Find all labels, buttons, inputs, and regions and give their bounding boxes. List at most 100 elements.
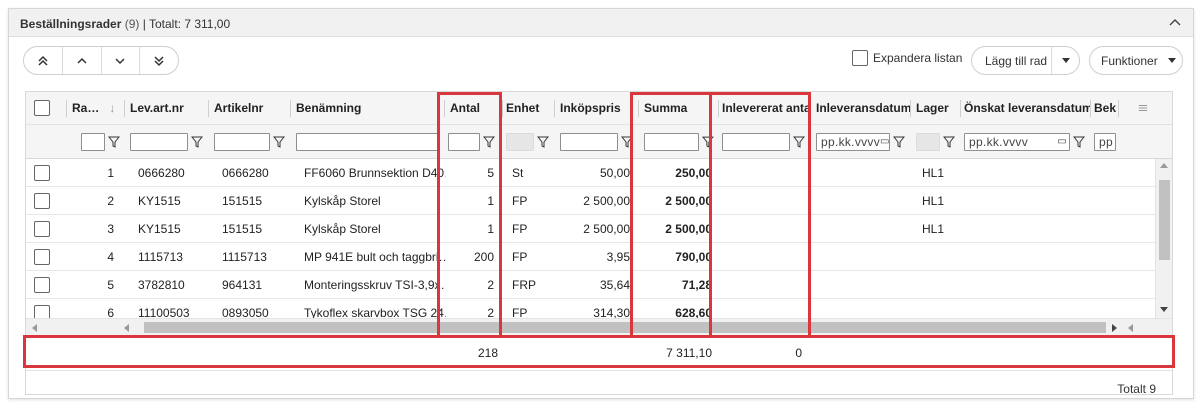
add-row-button[interactable]: Lägg till rad — [972, 54, 1051, 68]
cell-artikel: 964131 — [222, 277, 263, 292]
collapse-icon[interactable] — [1167, 15, 1183, 29]
cell-enhet: FP — [512, 193, 528, 208]
total-count: Totalt 9 — [1117, 382, 1156, 396]
col-header-enhet[interactable]: Enhet — [502, 92, 554, 124]
filter-row-input[interactable] — [81, 132, 105, 151]
cell-enhet: FP — [512, 221, 528, 236]
col-header-onskat[interactable]: Önskat leveransdatum — [960, 92, 1090, 124]
cell-lev-art: KY1515 — [138, 221, 181, 236]
filter-inkopspris-input[interactable] — [560, 132, 618, 151]
cell-inkopspris: 314,30 — [593, 305, 630, 319]
cell-inkopspris: 2 500,00 — [583, 193, 630, 208]
functions-button[interactable]: Funktioner — [1089, 46, 1183, 75]
cell-benamning: FF6060 Brunnsektion D40… — [304, 165, 446, 180]
filter-artikel-input[interactable] — [214, 132, 270, 151]
calendar-icon[interactable]: ▭ — [1057, 136, 1067, 147]
col-header-artikel[interactable]: Artikelnr — [210, 92, 288, 124]
table-row[interactable]: 5 3782810 964131 Monteringsskruv TSI-3,9x… 2… — [26, 271, 1157, 299]
cell-lager — [918, 243, 958, 270]
filter-lev-art-input[interactable] — [130, 132, 188, 151]
panel-total: | Totalt: 7 311,00 — [142, 17, 231, 31]
sort-down-icon: ↓ — [109, 101, 116, 115]
scroll-up-icon[interactable] — [1160, 163, 1168, 168]
select-all-checkbox[interactable] — [34, 100, 50, 116]
row-checkbox[interactable] — [34, 164, 50, 181]
table-row[interactable]: 6 11100503 0893050 Tykoflex skarvbox TSG 24… — [26, 299, 1157, 318]
cell-lager: HL1 — [922, 165, 945, 180]
col-header-inkopspris[interactable]: Inköpspris — [556, 92, 636, 124]
move-down-button[interactable] — [102, 47, 141, 74]
filter-onskat-input[interactable]: pp.kk.vvvv ▭ — [964, 132, 1070, 151]
filter-benamning-input[interactable] — [296, 132, 440, 151]
expand-list-toggle[interactable]: Expandera listan — [852, 50, 962, 66]
scroll-right-icon[interactable] — [1112, 324, 1117, 332]
col-header-row[interactable]: Ra… ↓ — [68, 92, 124, 124]
filter-inlevererat-input[interactable] — [722, 132, 790, 151]
calendar-icon[interactable]: ▭ — [880, 136, 890, 147]
filter-inleveransdatum-input[interactable]: pp.kk.vvvv ▭ — [816, 132, 890, 151]
cell-enhet: FP — [512, 305, 528, 319]
scroll-down-icon[interactable] — [1160, 307, 1168, 312]
row-checkbox[interactable] — [34, 248, 50, 265]
cell-antal: 5 — [487, 165, 494, 180]
filter-icon[interactable] — [191, 136, 203, 148]
cell-artikel: 1115713 — [222, 249, 267, 264]
chevron-up-icon — [77, 57, 87, 64]
panel-header: Beställningsrader (9) | Totalt: 7 311,00 — [9, 9, 1193, 37]
filter-icon[interactable] — [273, 136, 285, 148]
row-checkbox[interactable] — [34, 192, 50, 209]
horizontal-scrollbar[interactable] — [26, 318, 1172, 335]
table-row[interactable]: 1 0666280 0666280 FF6060 Brunnsektion D40… 5… — [26, 159, 1157, 187]
filter-antal-input[interactable] — [448, 132, 480, 151]
add-row-dropdown[interactable] — [1051, 47, 1079, 74]
col-header-lager[interactable]: Lager — [912, 92, 960, 124]
filter-icon[interactable] — [621, 136, 633, 148]
horizontal-scroll-thumb[interactable] — [144, 322, 1106, 333]
scroll-left-icon[interactable] — [32, 324, 37, 332]
filter-icon[interactable] — [1073, 136, 1085, 148]
filter-icon[interactable] — [483, 136, 495, 148]
col-header-inleveransdatum[interactable]: Inleveransdatum — [812, 92, 910, 124]
scroll-left-icon[interactable] — [1128, 324, 1133, 332]
cell-enhet: FP — [512, 249, 528, 264]
filter-icon[interactable] — [537, 136, 549, 148]
filter-icon[interactable] — [108, 136, 120, 148]
cell-benamning: Tykoflex skarvbox TSG 24… — [304, 305, 446, 319]
scroll-left-icon[interactable] — [124, 324, 129, 332]
row-checkbox[interactable] — [34, 276, 50, 293]
filter-bek-input[interactable]: pp — [1094, 132, 1116, 151]
row-navigation — [23, 46, 179, 75]
move-to-top-button[interactable] — [24, 47, 63, 74]
col-header-antal[interactable]: Antal — [446, 92, 504, 124]
filter-summa-input[interactable] — [644, 132, 700, 151]
column-menu-icon[interactable] — [1134, 92, 1152, 124]
move-up-button[interactable] — [63, 47, 102, 74]
filter-lager-input — [916, 132, 940, 151]
expand-list-checkbox[interactable] — [852, 50, 868, 66]
vertical-scroll-thumb[interactable] — [1159, 180, 1170, 260]
col-header-bek[interactable]: Bek — [1090, 92, 1116, 124]
table-row[interactable]: 2 KY1515 151515 Kylskåp Storel 1 FP 2 500,00 2 … — [26, 187, 1157, 215]
col-header-summa[interactable]: Summa — [640, 92, 716, 124]
col-header-benamning[interactable]: Benämning — [292, 92, 442, 124]
row-checkbox[interactable] — [34, 220, 50, 237]
filter-icon[interactable] — [702, 136, 714, 148]
cell-summa: 71,28 — [681, 277, 712, 292]
table-row[interactable]: 4 1115713 1115713 MP 941E bult och taggbri…… — [26, 243, 1157, 271]
cell-antal: 2 — [487, 277, 494, 292]
cell-inkopspris: 2 500,00 — [583, 221, 630, 236]
filter-icon[interactable] — [793, 136, 805, 148]
row-checkbox[interactable] — [34, 304, 50, 318]
cell-benamning: Kylskåp Storel — [304, 221, 381, 236]
filter-icon[interactable] — [893, 136, 905, 148]
grid-body: 1 0666280 0666280 FF6060 Brunnsektion D40… 5… — [26, 159, 1157, 318]
cell-artikel: 0666280 — [222, 165, 269, 180]
filter-icon[interactable] — [943, 136, 955, 148]
cell-lev-art: KY1515 — [138, 193, 181, 208]
move-to-bottom-button[interactable] — [140, 47, 178, 74]
cell-inkopspris: 3,95 — [606, 249, 630, 264]
vertical-scrollbar[interactable] — [1155, 159, 1172, 318]
col-header-lev-art[interactable]: Lev.art.nr — [126, 92, 208, 124]
col-header-inlevererat[interactable]: Inlevererat antal — [718, 92, 810, 124]
table-row[interactable]: 3 KY1515 151515 Kylskåp Storel 1 FP 2 500,00 2 … — [26, 215, 1157, 243]
